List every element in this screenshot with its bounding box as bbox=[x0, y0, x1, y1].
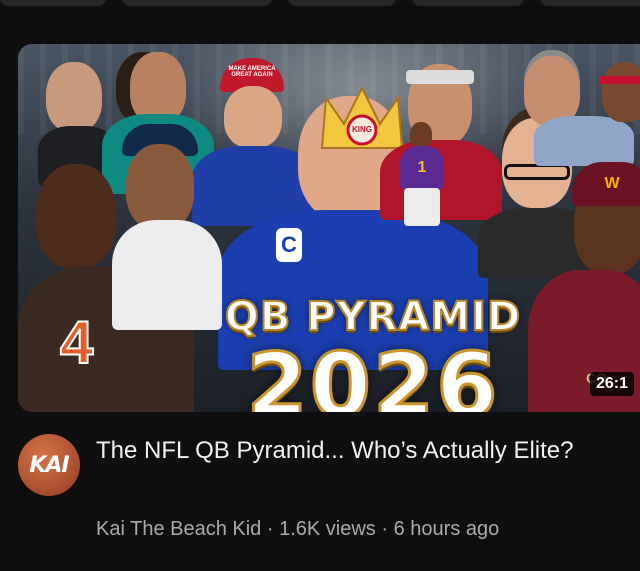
filter-chip[interactable] bbox=[412, 0, 524, 6]
filter-chip[interactable] bbox=[288, 0, 396, 6]
video-thumbnail[interactable]: MAKE AMERICA GREAT AGAIN C KING 1 W 4 QB… bbox=[18, 44, 640, 412]
helmet-logo: W bbox=[572, 162, 640, 206]
channel-avatar[interactable]: KAI bbox=[18, 434, 80, 496]
filter-chip[interactable] bbox=[540, 0, 640, 6]
player-figure-small: 1 bbox=[394, 122, 454, 232]
player-figure bbox=[594, 54, 640, 154]
channel-name[interactable]: Kai The Beach Kid bbox=[96, 518, 261, 540]
meta-separator: · bbox=[266, 518, 274, 540]
filter-chip[interactable] bbox=[122, 0, 272, 6]
headline-year: 2026 bbox=[245, 334, 500, 412]
filter-chip[interactable] bbox=[0, 0, 106, 6]
jersey-patch: C bbox=[276, 228, 302, 262]
video-duration-badge: 26:1 bbox=[589, 372, 634, 396]
thumbnail-headline: QB PYRAMID 2026 bbox=[188, 293, 558, 412]
video-title[interactable]: The NFL QB Pyramid... Who’s Actually Eli… bbox=[96, 434, 616, 467]
channel-avatar-text: KAI bbox=[29, 452, 69, 478]
video-meta: Kai The Beach Kid · 1.6K views · 6 hours… bbox=[96, 518, 499, 541]
jersey-number: 4 bbox=[59, 308, 94, 377]
player-figure bbox=[514, 50, 634, 166]
meta-separator: · bbox=[381, 518, 389, 540]
filter-chip-row bbox=[0, 0, 640, 8]
view-count: 1.6K views bbox=[279, 518, 376, 540]
crown-badge-text: KING bbox=[352, 125, 372, 134]
upload-age: 6 hours ago bbox=[393, 518, 500, 540]
